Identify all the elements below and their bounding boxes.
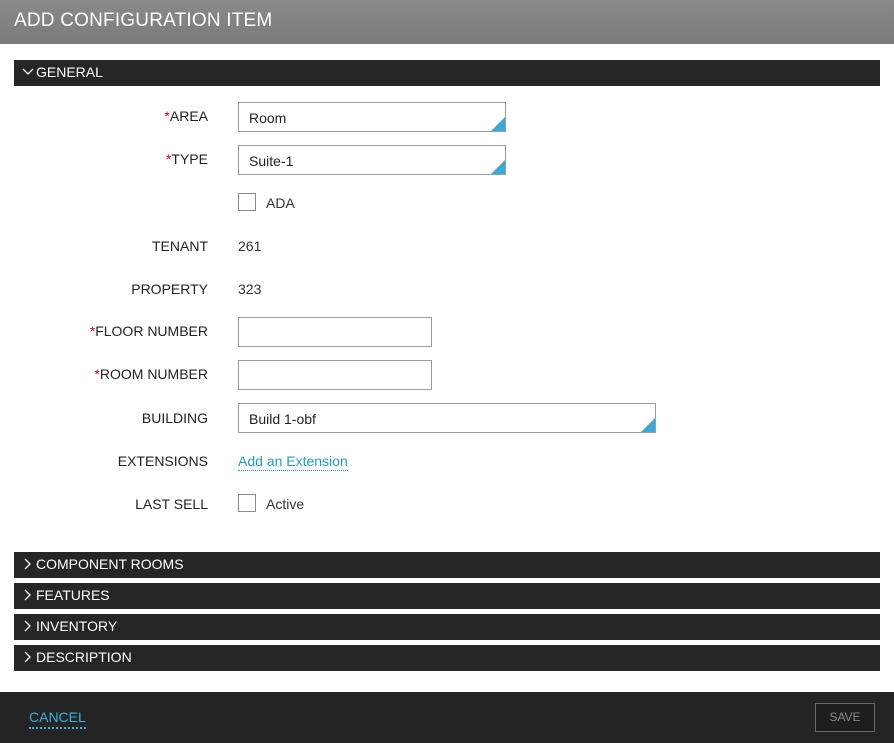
room-number-input[interactable]	[238, 360, 432, 390]
section-general-header[interactable]: GENERAL	[14, 60, 880, 86]
section-component-rooms-label: COMPONENT ROOMS	[36, 556, 184, 572]
chevron-right-icon	[24, 620, 31, 632]
tenant-value: 261	[238, 238, 262, 254]
section-description-header[interactable]: DESCRIPTION	[14, 645, 880, 671]
add-extension-link[interactable]: Add an Extension	[238, 453, 348, 471]
chevron-right-icon	[24, 558, 31, 570]
tenant-label: TENANT	[152, 238, 208, 254]
last-sell-label: LAST SELL	[135, 496, 208, 512]
floor-number-label: *FLOOR NUMBER	[89, 323, 208, 339]
dropdown-corner-icon	[641, 418, 655, 432]
dropdown-corner-icon	[491, 160, 505, 174]
section-inventory-label: INVENTORY	[36, 618, 118, 634]
type-select[interactable]: Suite-1	[238, 145, 506, 175]
dialog-header: ADD CONFIGURATION ITEM	[0, 0, 894, 44]
chevron-right-icon	[24, 651, 31, 663]
dialog-title: ADD CONFIGURATION ITEM	[14, 10, 273, 31]
area-label: *AREA	[164, 108, 208, 124]
extensions-label: EXTENSIONS	[117, 453, 208, 469]
building-label: BUILDING	[141, 410, 208, 426]
ada-label: ADA	[266, 195, 295, 211]
section-inventory-header[interactable]: INVENTORY	[14, 614, 880, 640]
section-description-label: DESCRIPTION	[36, 649, 132, 665]
section-features-label: FEATURES	[36, 587, 110, 603]
property-label: PROPERTY	[131, 281, 208, 297]
type-label: *TYPE	[165, 151, 208, 167]
ada-checkbox[interactable]	[238, 193, 256, 211]
section-features-header[interactable]: FEATURES	[14, 583, 880, 609]
cancel-button[interactable]: CANCEL	[29, 709, 86, 729]
section-general-label: GENERAL	[36, 64, 103, 80]
last-sell-active-label: Active	[266, 496, 305, 512]
dialog-footer: CANCEL SAVE	[0, 692, 894, 743]
building-select[interactable]: Build 1-obf	[238, 403, 656, 433]
section-component-rooms-header[interactable]: COMPONENT ROOMS	[14, 552, 880, 578]
save-button[interactable]: SAVE	[815, 703, 875, 732]
floor-number-input[interactable]	[238, 317, 432, 347]
room-number-label: *ROOM NUMBER	[94, 366, 208, 382]
last-sell-active-checkbox[interactable]	[238, 494, 256, 512]
dropdown-corner-icon	[491, 117, 505, 131]
chevron-right-icon	[24, 589, 31, 601]
chevron-down-icon	[22, 68, 34, 75]
property-value: 323	[238, 281, 262, 297]
area-select[interactable]: Room	[238, 102, 506, 132]
